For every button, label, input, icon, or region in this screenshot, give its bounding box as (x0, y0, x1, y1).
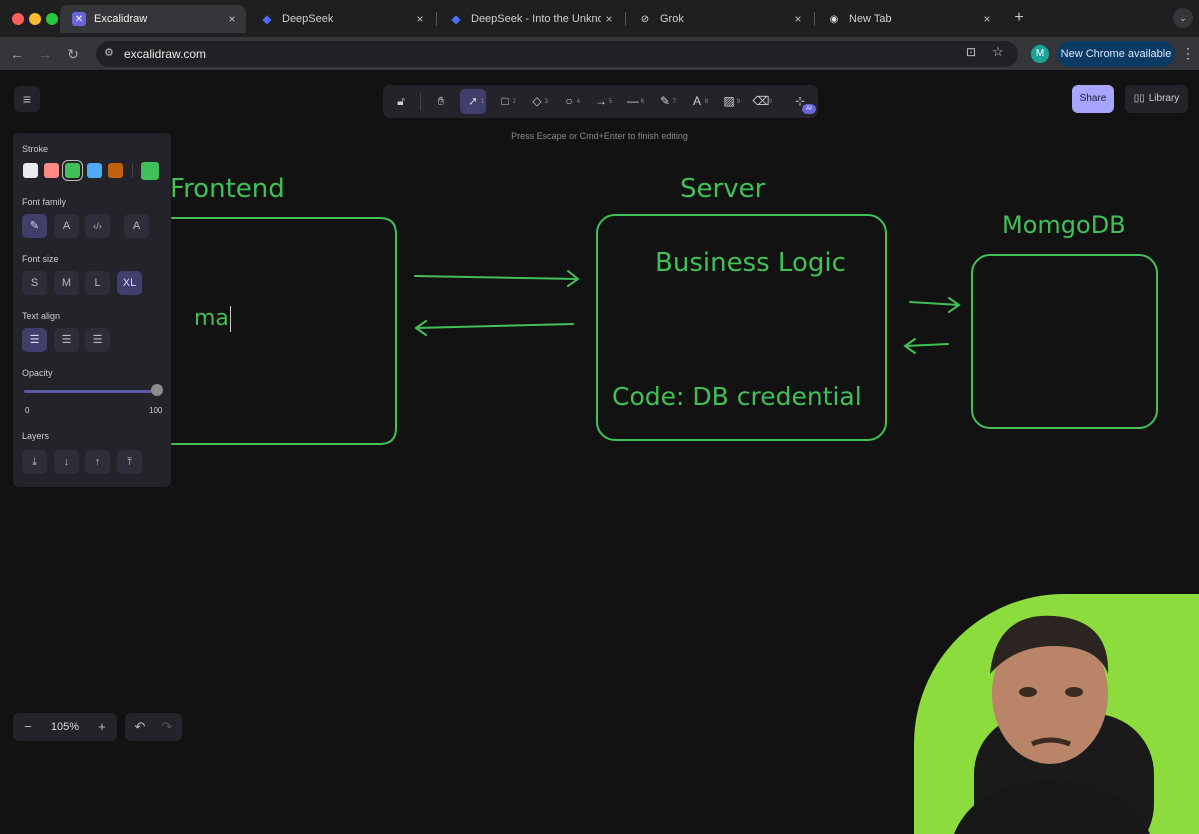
zoom-out-icon[interactable]: − (15, 713, 41, 741)
redo-icon[interactable]: ↷ (154, 713, 180, 741)
minimize-window-button[interactable] (29, 13, 41, 25)
new-tab-button[interactable]: + (1010, 9, 1028, 27)
close-tab-icon[interactable]: × (790, 12, 806, 26)
frontend-title[interactable]: Frontend (170, 174, 285, 204)
mongodb-title[interactable]: MomgoDB (1002, 211, 1126, 239)
undo-redo-controls: ↶ ↷ (125, 713, 182, 741)
deepseek-favicon-icon: ◆ (451, 12, 461, 26)
tab-excalidraw[interactable]: ✕ Excalidraw × (60, 5, 246, 33)
tab-label: DeepSeek (282, 13, 334, 25)
profile-avatar[interactable]: M (1031, 45, 1049, 63)
install-app-icon[interactable]: ⊡ (966, 45, 976, 59)
tab-search-button[interactable]: ⌄ (1173, 8, 1193, 28)
close-tab-icon[interactable]: × (601, 12, 617, 26)
chrome-menu-icon[interactable]: ⋮ (1181, 45, 1195, 62)
zoom-controls: − 105% + (13, 713, 117, 741)
text-caret (229, 306, 231, 332)
close-tab-icon[interactable]: × (412, 12, 428, 26)
chrome-favicon-icon: ◉ (829, 13, 839, 25)
arrow-from-db (903, 338, 949, 354)
arrow-to-server (414, 270, 580, 287)
chrome-update-button[interactable]: New Chrome available (1057, 41, 1175, 67)
back-icon[interactable]: ← (8, 45, 26, 63)
tab-label: Grok (660, 13, 684, 25)
editing-text-input[interactable]: ma (194, 306, 231, 332)
deepseek-favicon-icon: ◆ (262, 12, 272, 26)
tab-label: Excalidraw (94, 13, 148, 25)
tab-new-tab[interactable]: ◉ New Tab × (815, 5, 1001, 33)
close-tab-icon[interactable]: × (224, 12, 240, 26)
browser-toolbar: ← → ↻ ⚙ excalidraw.com ⊡ ☆ M New Chrome … (0, 37, 1199, 70)
tab-label: New Tab (849, 13, 892, 25)
tab-deepseek[interactable]: ◆ DeepSeek × (248, 5, 434, 33)
tab-label: DeepSeek - Into the Unknown (471, 13, 601, 25)
code-text[interactable]: Code: DB credential (612, 382, 862, 411)
maximize-window-button[interactable] (46, 13, 58, 25)
reload-icon[interactable]: ↻ (64, 45, 82, 63)
excalidraw-favicon-icon: ✕ (72, 12, 86, 26)
grok-favicon-icon: ⊘ (640, 13, 650, 25)
close-tab-icon[interactable]: × (979, 12, 995, 26)
url-text: excalidraw.com (124, 47, 207, 61)
browser-tab-bar: ✕ Excalidraw × ◆ DeepSeek × ◆ DeepSeek -… (0, 0, 1199, 37)
forward-icon[interactable]: → (36, 45, 54, 63)
arrow-to-frontend (414, 320, 574, 336)
site-info-icon[interactable]: ⚙ (104, 46, 114, 59)
zoom-in-icon[interactable]: + (89, 713, 115, 741)
excalidraw-canvas[interactable]: ≡ 🔓︎ ✋︎ ➚ 1 □ 2 ◇ 3 ○ 4 → 5 —6 ✎ 7 A8 ▨ 9 ⌫ 0 ⊹ … (0, 70, 1199, 834)
mongodb-box (971, 254, 1158, 429)
tab-deepseek-unknown[interactable]: ◆ DeepSeek - Into the Unknown × (437, 5, 623, 33)
editing-text: ma (194, 306, 229, 331)
tab-grok[interactable]: ⊘ Grok × (626, 5, 812, 33)
undo-icon[interactable]: ↶ (127, 713, 153, 741)
business-logic-text[interactable]: Business Logic (655, 248, 846, 278)
close-window-button[interactable] (12, 13, 24, 25)
bookmark-star-icon[interactable]: ☆ (992, 44, 1004, 60)
address-bar[interactable]: ⚙ excalidraw.com ⊡ ☆ (96, 41, 1018, 67)
arrow-to-db (909, 297, 961, 313)
server-title[interactable]: Server (680, 174, 765, 204)
zoom-level[interactable]: 105% (43, 713, 87, 741)
